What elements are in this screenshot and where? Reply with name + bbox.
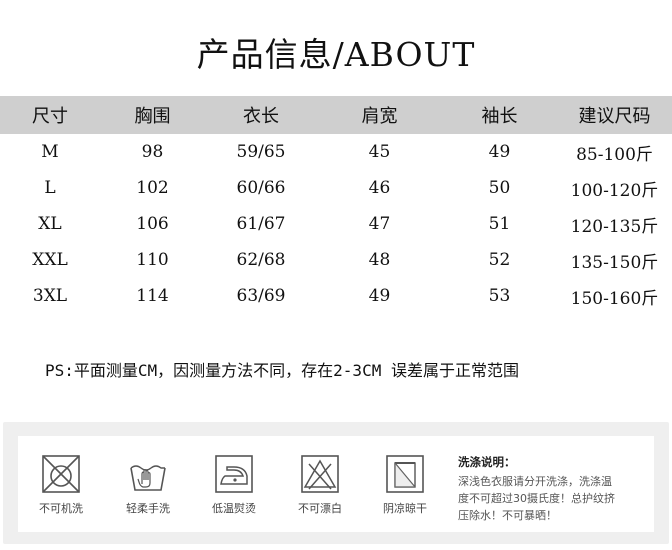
no-machine-wash-icon [42, 455, 80, 493]
cell-chest: 110 [136, 250, 169, 270]
page-title: 产品信息/ABOUT [196, 35, 476, 74]
cell-size: XXL [32, 250, 68, 270]
table-row: 3XL 114 63/69 49 53 150-160斤 [0, 278, 672, 314]
wash-instructions: 洗涤说明： 深浅色衣服请分开洗涤，洗涤温 度不可超过30摄氏度！总护纹挤 压除水… [458, 454, 648, 524]
cell-chest: 102 [136, 178, 169, 198]
cell-length: 62/68 [236, 250, 286, 270]
wash-instructions-title: 洗涤说明： [458, 455, 516, 469]
cell-chest: 106 [136, 214, 169, 234]
care-label: 低温熨烫 [212, 502, 256, 515]
table-row: L 102 60/66 46 50 100-120斤 [0, 170, 672, 206]
header-length: 衣长 [243, 106, 279, 127]
care-item-low-temp-iron: 低温熨烫 [199, 454, 269, 516]
wash-instructions-line: 压除水！不可暴晒！ [458, 509, 557, 522]
size-table: 尺寸 胸围 衣长 肩宽 袖长 建议尺码 M 98 59/65 45 49 85-… [0, 96, 672, 314]
care-item-no-machine-wash: 不可机洗 [26, 454, 96, 516]
header-size: 尺寸 [32, 106, 68, 127]
cell-chest: 114 [136, 286, 169, 306]
cell-recommended: 100-120斤 [570, 180, 659, 201]
table-row: M 98 59/65 45 49 85-100斤 [0, 134, 672, 170]
cell-shoulder: 45 [368, 142, 391, 162]
table-row: XXL 110 62/68 48 52 135-150斤 [0, 242, 672, 278]
wash-instructions-line: 度不可超过30摄氏度！总护纹挤 [458, 492, 615, 505]
cell-shoulder: 48 [368, 250, 391, 270]
cell-shoulder: 49 [368, 286, 391, 306]
cell-length: 61/67 [236, 214, 286, 234]
care-item-shade-dry: 阴凉晾干 [370, 454, 440, 516]
cell-shoulder: 46 [368, 178, 391, 198]
cell-chest: 98 [141, 142, 164, 162]
cell-sleeve: 53 [488, 286, 511, 306]
care-label: 阴凉晾干 [383, 502, 427, 515]
no-bleach-icon [301, 455, 339, 493]
cell-size: M [41, 142, 59, 162]
hand-wash-icon [130, 465, 166, 491]
cell-sleeve: 52 [488, 250, 511, 270]
header-recommended: 建议尺码 [578, 106, 651, 127]
cell-length: 63/69 [236, 286, 286, 306]
cell-length: 60/66 [236, 178, 286, 198]
cell-sleeve: 49 [488, 142, 511, 162]
care-item-hand-wash: 轻柔手洗 [113, 454, 183, 516]
care-panel: 不可机洗 轻柔手洗 低温熨烫 不可漂白 阴凉晾干 洗涤说明： 深浅色衣服请分开洗… [3, 422, 669, 544]
cell-recommended: 150-160斤 [570, 288, 659, 309]
table-header: 尺寸 胸围 衣长 肩宽 袖长 建议尺码 [0, 96, 672, 134]
measurement-note: PS:平面测量CM，因测量方法不同，存在2-3CM 误差属于正常范围 [45, 361, 519, 380]
cell-recommended: 135-150斤 [570, 252, 659, 273]
cell-sleeve: 50 [488, 178, 511, 198]
care-label: 不可漂白 [298, 502, 342, 515]
care-inner: 不可机洗 轻柔手洗 低温熨烫 不可漂白 阴凉晾干 洗涤说明： 深浅色衣服请分开洗… [18, 436, 654, 532]
shade-dry-icon [386, 455, 424, 493]
cell-length: 59/65 [236, 142, 286, 162]
header-chest: 胸围 [134, 106, 171, 127]
care-label: 轻柔手洗 [126, 502, 170, 515]
cell-recommended: 120-135斤 [570, 216, 659, 237]
cell-shoulder: 47 [368, 214, 391, 234]
low-temp-iron-icon [215, 455, 253, 493]
cell-recommended: 85-100斤 [576, 144, 653, 165]
wash-instructions-line: 深浅色衣服请分开洗涤，洗涤温 [458, 475, 612, 488]
cell-size: XL [38, 214, 62, 234]
cell-sleeve: 51 [488, 214, 511, 234]
cell-size: L [44, 178, 56, 198]
cell-size: 3XL [32, 286, 68, 306]
header-sleeve: 袖长 [481, 106, 518, 127]
header-shoulder: 肩宽 [361, 106, 398, 127]
table-row: XL 106 61/67 47 51 120-135斤 [0, 206, 672, 242]
care-item-no-bleach: 不可漂白 [285, 454, 355, 516]
care-label: 不可机洗 [39, 502, 83, 515]
